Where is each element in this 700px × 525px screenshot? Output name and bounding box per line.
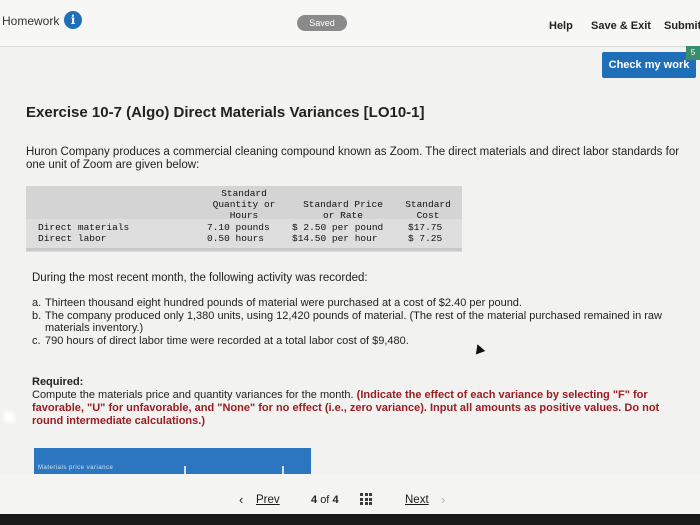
row-labor-label: Direct labor <box>38 233 107 244</box>
col-qty-header-2: Quantity or <box>212 199 276 210</box>
current-page: 4 <box>311 494 318 506</box>
activity-list: a. Thirteen thousand eight hundred pound… <box>32 297 692 348</box>
saved-status-badge: Saved <box>297 15 347 31</box>
required-text: Compute the materials price and quantity… <box>32 389 357 401</box>
row-materials-cost: $17.75 <box>408 222 443 233</box>
submit-link[interactable]: Submit <box>664 20 700 32</box>
answer-row-caption: Materials price variance <box>38 465 114 471</box>
standards-table: Standard Quantity or Hours Standard Pric… <box>26 186 462 252</box>
activity-marker: c. <box>32 335 41 347</box>
activity-marker: b. <box>32 310 42 322</box>
row-labor-cost: $ 7.25 <box>408 233 443 244</box>
activity-intro: During the most recent month, the follow… <box>32 272 368 284</box>
of-label: of <box>320 494 330 506</box>
col-qty-header-3: Hours <box>229 210 259 221</box>
required-instructions: Compute the materials price and quantity… <box>32 389 692 428</box>
row-materials-price: $ 2.50 per pound <box>292 222 384 233</box>
check-count-badge: 5 <box>686 46 700 60</box>
col-qty-header-1: Standard <box>221 188 267 199</box>
activity-item-c: c. 790 hours of direct labor time were r… <box>32 335 692 347</box>
col-price-header-1: Standard Price <box>303 199 383 210</box>
row-labor-price: $14.50 per hour <box>292 233 378 244</box>
activity-item-b: b. The company produced only 1,380 units… <box>32 310 692 334</box>
check-my-work-button[interactable]: Check my work <box>602 52 696 78</box>
answer-table-header: Materials price variance <box>34 448 311 474</box>
top-bar: Homework i Saved Help Save & Exit Submit <box>0 0 700 47</box>
grid-view-icon[interactable] <box>360 493 372 505</box>
required-title: Required: <box>32 376 84 388</box>
table-bottom-rule <box>26 248 462 251</box>
page-indicator: 4 of 4 <box>311 494 339 506</box>
next-button[interactable]: Next <box>405 494 429 506</box>
info-icon[interactable]: i <box>64 11 82 29</box>
activity-marker: a. <box>32 297 42 309</box>
save-exit-link[interactable]: Save & Exit <box>591 20 651 32</box>
activity-text: Thirteen thousand eight hundred pounds o… <box>45 297 522 309</box>
row-materials-label: Direct materials <box>38 222 130 233</box>
help-link[interactable]: Help <box>549 20 573 32</box>
activity-text: The company produced only 1,380 units, u… <box>45 310 662 334</box>
row-materials-qty: 7.10 pounds <box>207 222 270 233</box>
chevron-left-icon[interactable]: ‹ <box>239 492 243 507</box>
activity-item-a: a. Thirteen thousand eight hundred pound… <box>32 297 692 309</box>
column-divider <box>282 466 284 474</box>
light-glare <box>0 408 18 426</box>
row-labor-qty: 0.50 hours <box>207 233 265 244</box>
screen-bottom-edge <box>0 514 700 525</box>
homework-label: Homework <box>2 14 60 28</box>
exercise-description: Huron Company produces a commercial clea… <box>26 146 680 171</box>
activity-text: 790 hours of direct labor time were reco… <box>45 335 409 347</box>
col-price-header-2: or Rate <box>323 210 363 221</box>
col-cost-header-1: Standard <box>405 199 451 210</box>
total-pages: 4 <box>332 494 339 506</box>
chevron-right-icon[interactable]: › <box>441 492 445 507</box>
col-cost-header-2: Cost <box>416 210 440 221</box>
exercise-title: Exercise 10-7 (Algo) Direct Materials Va… <box>26 104 425 121</box>
prev-button[interactable]: Prev <box>256 494 280 506</box>
column-divider <box>184 466 186 474</box>
